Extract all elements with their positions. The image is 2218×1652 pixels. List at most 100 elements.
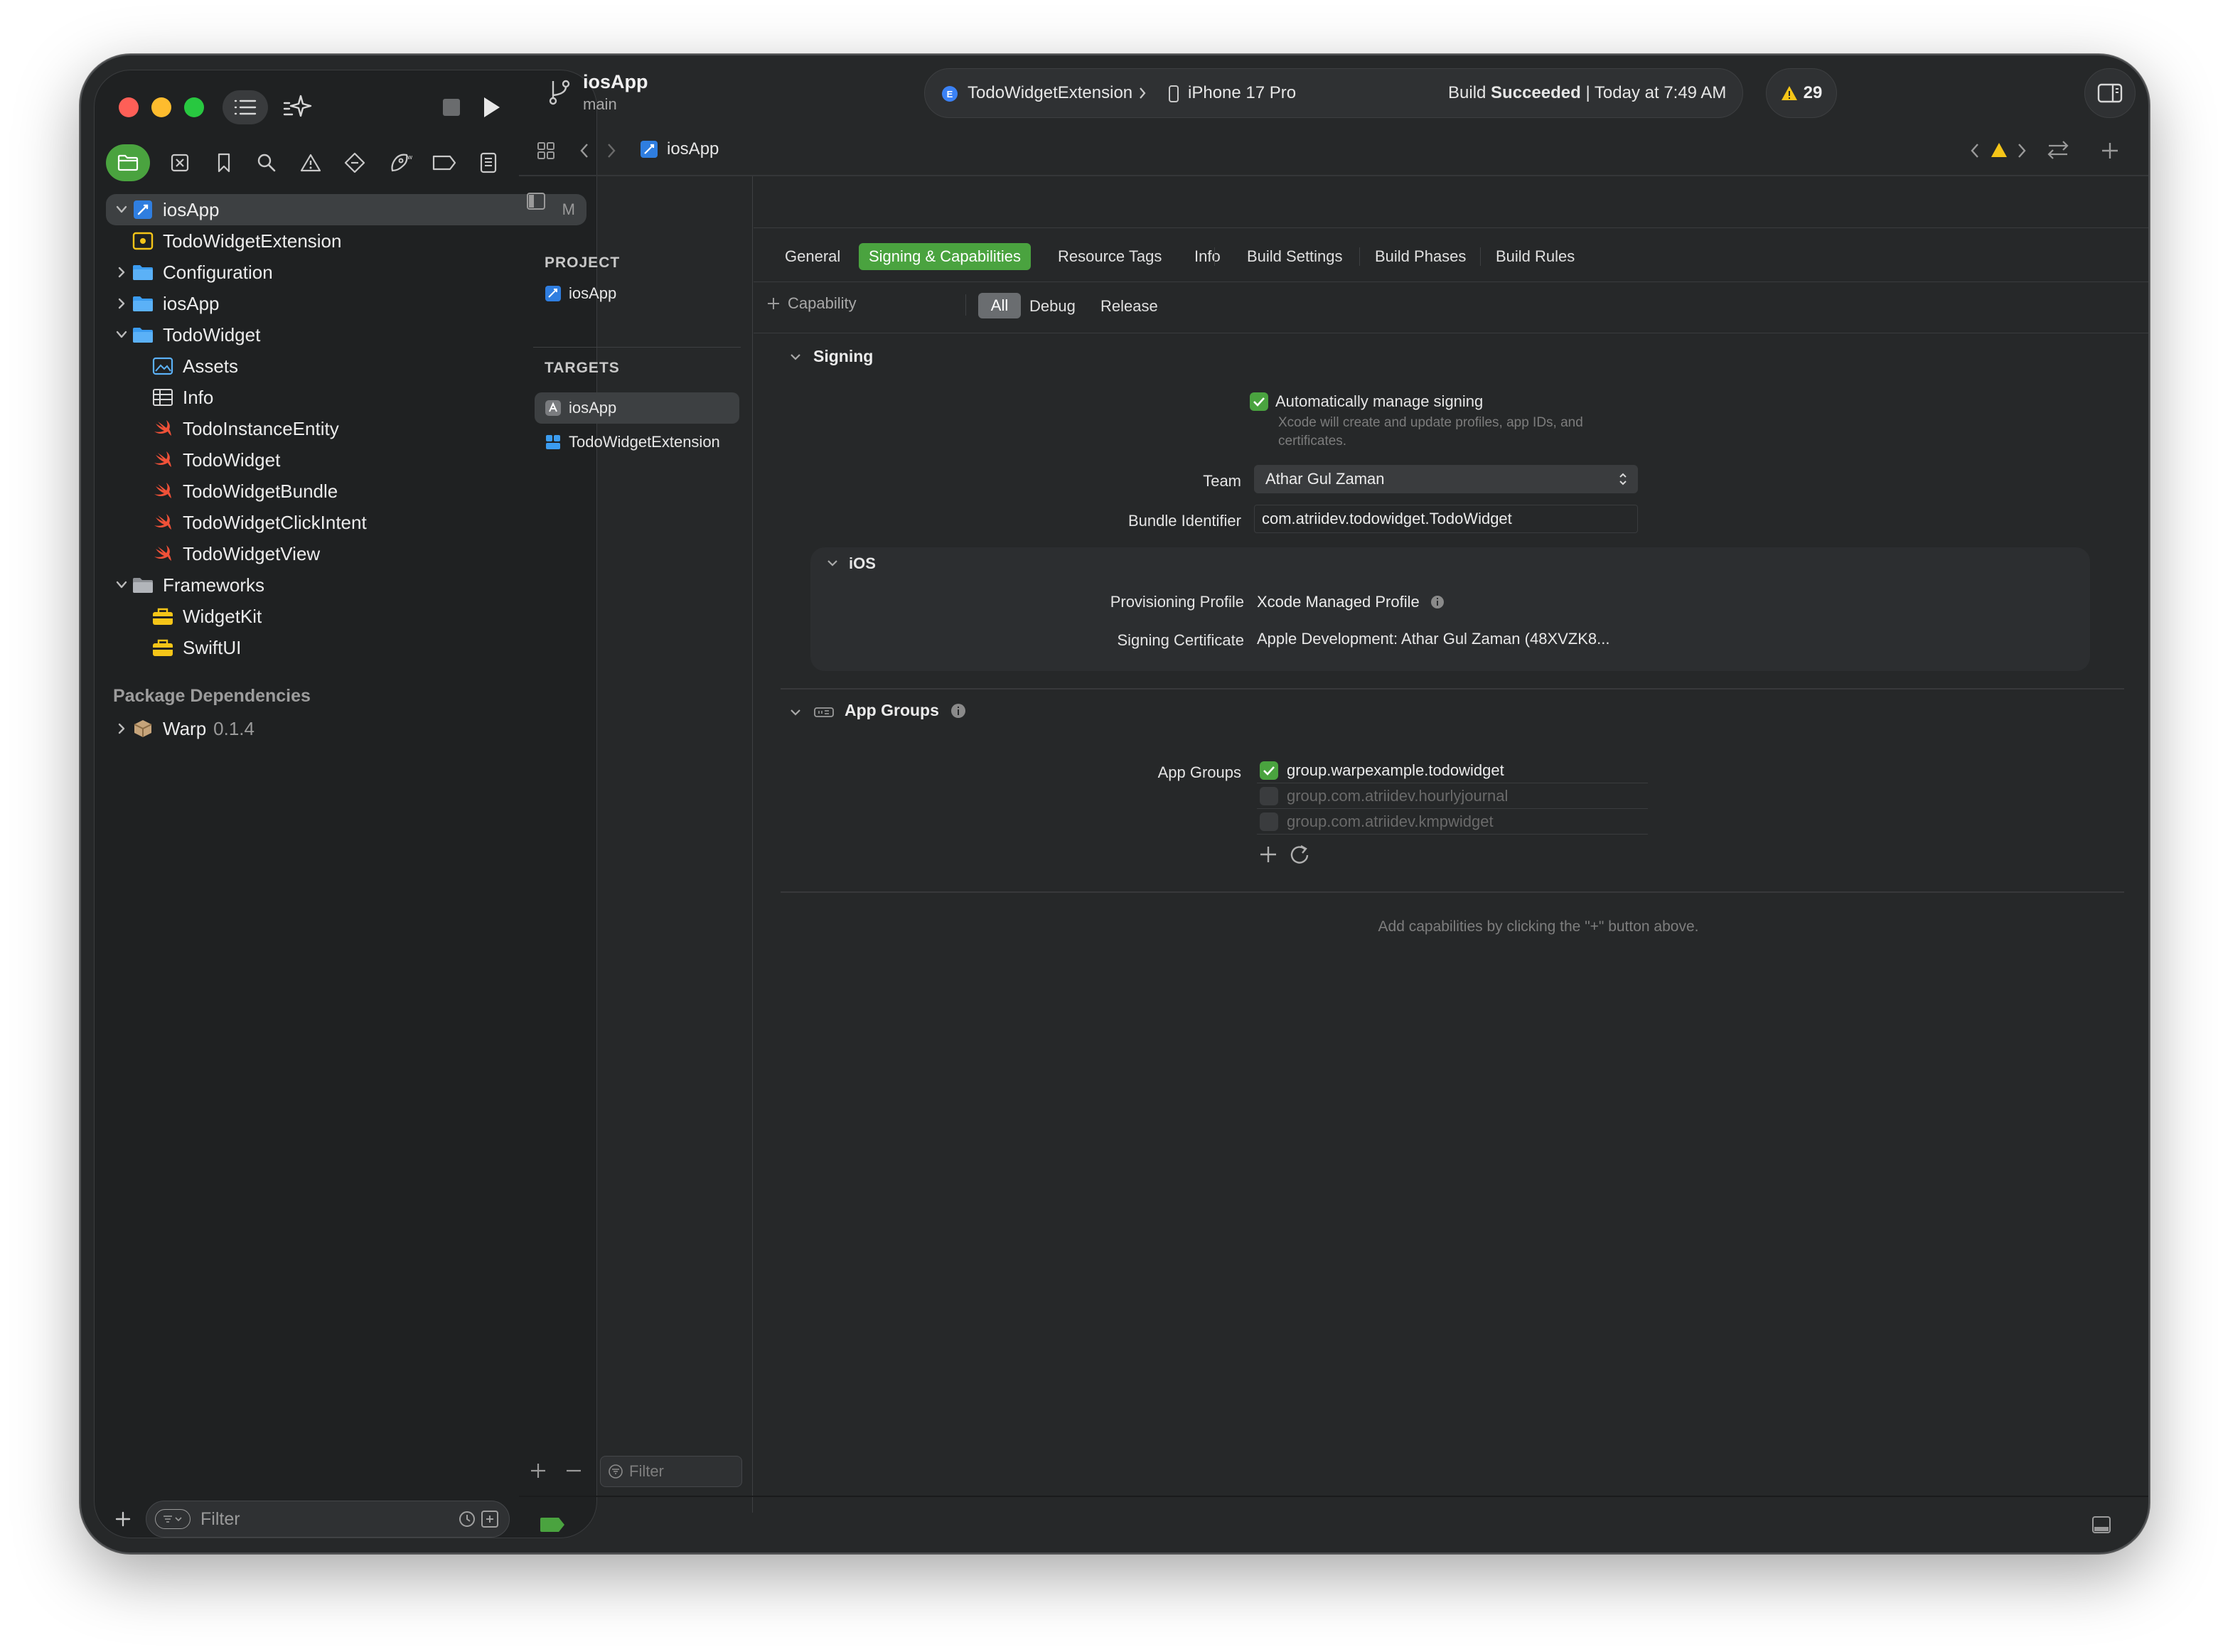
debug-navigator-icon[interactable]: w xyxy=(382,144,419,181)
close-window-button[interactable] xyxy=(119,97,139,117)
related-items-grid-icon[interactable] xyxy=(536,141,556,161)
split-editor-arrows-icon[interactable] xyxy=(2046,139,2070,161)
signing-collapse-chevron-icon[interactable] xyxy=(789,353,802,361)
tree-item-swift-file[interactable]: TodoWidgetBundle xyxy=(151,476,338,507)
test-navigator-icon[interactable] xyxy=(336,144,373,181)
project-list-item[interactable]: iosApp xyxy=(545,284,616,303)
ios-collapse-chevron-icon[interactable] xyxy=(826,559,839,567)
app-groups-section-title: App Groups xyxy=(845,701,939,719)
tab-resource-tags[interactable]: Resource Tags xyxy=(1048,243,1172,270)
tab-build-rules[interactable]: Build Rules xyxy=(1486,243,1585,270)
warnings-badge[interactable]: 29 xyxy=(1766,68,1837,118)
package-warp[interactable]: Warp 0.1.4 xyxy=(112,713,255,744)
previous-issue-icon[interactable] xyxy=(1969,142,1981,159)
bundle-identifier-field[interactable]: com.atriidev.todowidget.TodoWidget xyxy=(1254,505,1638,533)
tree-item-label: Assets xyxy=(183,355,239,377)
tree-item-configuration[interactable]: Configuration xyxy=(112,257,273,288)
checkbox-unchecked[interactable] xyxy=(1260,812,1278,831)
target-item-iosapp[interactable]: iosApp xyxy=(535,392,739,424)
tree-item-swift-file[interactable]: TodoWidget xyxy=(151,444,280,476)
info-icon[interactable] xyxy=(950,702,967,719)
modified-files-icon[interactable] xyxy=(481,1510,499,1528)
filter-segment-all[interactable]: All xyxy=(978,293,1021,318)
tree-item-swift-file[interactable]: TodoWidgetView xyxy=(151,538,320,569)
stop-icon[interactable] xyxy=(439,95,464,120)
tree-item-iosapp-folder[interactable]: iosApp xyxy=(112,288,220,319)
find-navigator-icon[interactable] xyxy=(248,144,285,181)
tree-item-info[interactable]: Info xyxy=(151,382,213,413)
tab-build-phases[interactable]: Build Phases xyxy=(1365,243,1476,270)
filter-segment-debug[interactable]: Debug xyxy=(1029,297,1076,316)
tab-signing-capabilities[interactable]: Signing & Capabilities xyxy=(859,243,1032,270)
app-group-row[interactable]: group.warpexample.todowidget xyxy=(1257,758,1648,783)
chevron-down-icon[interactable] xyxy=(112,575,132,595)
chevron-right-icon[interactable] xyxy=(112,294,132,313)
coding-assistant-icon[interactable] xyxy=(278,90,318,124)
add-app-group-icon[interactable] xyxy=(1258,844,1278,864)
back-arrow-icon[interactable] xyxy=(579,142,590,159)
report-navigator-icon[interactable] xyxy=(470,144,507,181)
filter-segment-release[interactable]: Release xyxy=(1100,297,1158,316)
app-groups-collapse-chevron-icon[interactable] xyxy=(789,708,802,717)
zoom-window-button[interactable] xyxy=(184,97,204,117)
tab-info[interactable]: Info xyxy=(1184,243,1231,270)
issue-warning-icon[interactable] xyxy=(1991,142,2008,158)
debug-area-toggle-icon[interactable] xyxy=(2091,1516,2111,1534)
target-item-todowidgetextension[interactable]: TodoWidgetExtension xyxy=(545,427,720,458)
forward-arrow-icon[interactable] xyxy=(606,142,617,159)
tab-build-settings[interactable]: Build Settings xyxy=(1237,243,1353,270)
chevron-down-icon[interactable] xyxy=(112,325,132,345)
add-file-button[interactable] xyxy=(110,1506,136,1532)
target-label: iosApp xyxy=(569,399,617,417)
refresh-icon[interactable] xyxy=(1288,843,1311,866)
run-icon[interactable] xyxy=(476,92,507,123)
issue-navigator-icon[interactable] xyxy=(292,144,329,181)
recent-files-icon[interactable] xyxy=(458,1510,476,1528)
run-destination-selector[interactable]: iPhone 17 Pro xyxy=(1188,83,1296,103)
project-navigator-icon[interactable] xyxy=(106,144,150,181)
tree-item-todowidget-folder[interactable]: TodoWidget xyxy=(112,319,260,350)
next-issue-icon[interactable] xyxy=(2016,142,2027,159)
toolbar-branch-name[interactable]: main xyxy=(583,95,617,114)
info-icon[interactable] xyxy=(1430,594,1445,610)
filter-placeholder: Filter xyxy=(200,1508,240,1529)
activity-view: E TodoWidgetExtension iPhone 17 Pro Buil… xyxy=(924,68,1743,118)
app-group-row[interactable]: group.com.atriidev.kmpwidget xyxy=(1257,809,1648,835)
chevron-right-icon[interactable] xyxy=(112,262,132,282)
remove-target-icon[interactable] xyxy=(564,1461,583,1480)
source-control-navigator-icon[interactable] xyxy=(161,144,198,181)
app-group-row[interactable]: group.com.atriidev.hourlyjournal xyxy=(1257,783,1648,809)
tab-general[interactable]: General xyxy=(775,243,850,270)
chevron-down-icon[interactable] xyxy=(112,200,132,220)
inspector-toggle-button[interactable] xyxy=(2084,68,2136,118)
entitlements-file-icon xyxy=(132,230,154,252)
tree-item-frameworks-folder[interactable]: Frameworks xyxy=(112,569,264,601)
toolbar-project-name[interactable]: iosApp xyxy=(583,71,648,93)
breakpoints-toggle-icon[interactable] xyxy=(539,1517,566,1533)
chevron-right-icon[interactable] xyxy=(112,719,132,739)
team-popup-button[interactable]: Athar Gul Zaman xyxy=(1254,465,1638,493)
filter-options-icon[interactable] xyxy=(155,1509,191,1529)
tree-item-framework[interactable]: WidgetKit xyxy=(151,601,262,632)
add-capability-button[interactable]: Capability xyxy=(766,294,857,313)
checkmark-icon[interactable] xyxy=(1260,761,1278,780)
navigator-toggle-icon[interactable] xyxy=(223,90,268,124)
tree-item-framework[interactable]: SwiftUI xyxy=(151,632,241,663)
minimize-window-button[interactable] xyxy=(151,97,171,117)
targets-filter-field[interactable]: Filter xyxy=(600,1456,742,1487)
checkbox-unchecked[interactable] xyxy=(1260,786,1278,805)
scheme-selector[interactable]: TodoWidgetExtension xyxy=(968,83,1132,103)
tree-item-todowidgetextension[interactable]: TodoWidgetExtension xyxy=(132,225,341,257)
breakpoint-navigator-icon[interactable] xyxy=(426,144,463,181)
auto-manage-signing-checkbox[interactable]: Automatically manage signing xyxy=(1250,392,1483,411)
add-target-icon[interactable] xyxy=(529,1461,547,1480)
tree-item-assets[interactable]: Assets xyxy=(151,350,238,382)
jump-bar-item[interactable]: iosApp xyxy=(640,139,719,159)
navigator-filter-field[interactable]: Filter xyxy=(146,1501,510,1538)
navigator-root-project[interactable]: iosApp M xyxy=(106,194,586,225)
bookmark-navigator-icon[interactable] xyxy=(205,144,242,181)
add-editor-icon[interactable] xyxy=(2100,141,2120,161)
tree-item-swift-file[interactable]: TodoInstanceEntity xyxy=(151,413,339,444)
tree-item-swift-file[interactable]: TodoWidgetClickIntent xyxy=(151,507,367,538)
hide-targets-panel-icon[interactable] xyxy=(526,192,546,210)
